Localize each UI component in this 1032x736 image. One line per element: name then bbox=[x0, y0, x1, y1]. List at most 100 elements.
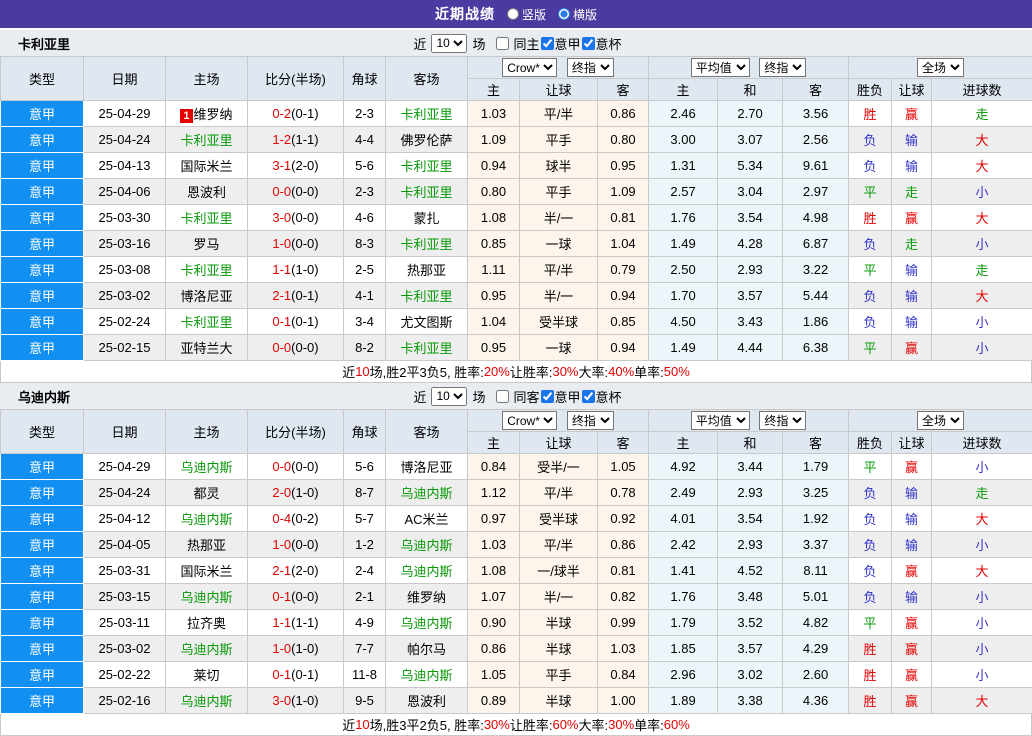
handicap-result: 赢 bbox=[892, 335, 932, 361]
summary-part: 30% bbox=[484, 717, 510, 732]
scope-select[interactable]: 全场 bbox=[917, 411, 964, 430]
fulltime-score: 3-0 bbox=[272, 210, 291, 225]
home-team-cell: 1维罗纳 bbox=[166, 101, 248, 127]
fulltime-score: 0-0 bbox=[272, 184, 291, 199]
section-bar: 卡利亚里 近 10 场 同主 意甲 意杯 bbox=[0, 30, 1032, 56]
away-team-name: 恩波利 bbox=[407, 694, 446, 709]
same-venue-option[interactable]: 同客 bbox=[488, 387, 539, 406]
col-corners: 角球 bbox=[344, 410, 386, 454]
match-row: 意甲25-03-30卡利亚里3-0(0-0)4-6蒙扎1.08半/一0.811.… bbox=[1, 205, 1032, 231]
same-venue-option[interactable]: 同主 bbox=[488, 34, 539, 53]
away-team-name: 尤文图斯 bbox=[400, 315, 452, 330]
crown-away-odds: 0.94 bbox=[598, 335, 649, 361]
crown-handicap: 平手 bbox=[520, 179, 598, 205]
winloss-result: 负 bbox=[849, 153, 892, 179]
away-team-name: 乌迪内斯 bbox=[400, 538, 452, 553]
handicap-result: 赢 bbox=[892, 558, 932, 584]
bookmaker-select[interactable]: Crow* bbox=[502, 58, 557, 77]
match-row: 意甲25-04-29乌迪内斯0-0(0-0)5-6博洛尼亚0.84受半/一1.0… bbox=[1, 454, 1032, 480]
score-cell: 1-1(1-0) bbox=[248, 257, 344, 283]
goals-result: 小 bbox=[932, 309, 1032, 335]
match-row: 意甲25-04-24都灵2-0(1-0)8-7乌迪内斯1.12平/半0.782.… bbox=[1, 480, 1032, 506]
away-team-cell: 热那亚 bbox=[386, 257, 468, 283]
final-odds-select-1[interactable]: 终指 bbox=[567, 411, 614, 430]
away-team-name: 卡利亚里 bbox=[400, 237, 452, 252]
final-odds-select-1[interactable]: 终指 bbox=[567, 58, 614, 77]
winloss-result: 胜 bbox=[849, 101, 892, 127]
italy-cup-checkbox[interactable] bbox=[582, 390, 595, 403]
serie-a-option[interactable]: 意甲 bbox=[540, 34, 581, 53]
match-date-cell: 25-04-12 bbox=[84, 506, 166, 532]
crown-handicap: 平/半 bbox=[520, 532, 598, 558]
avg-home-odds: 2.46 bbox=[649, 101, 718, 127]
team-section: 卡利亚里 近 10 场 同主 意甲 意杯 bbox=[0, 30, 1032, 383]
handicap-result: 输 bbox=[892, 480, 932, 506]
handicap-result: 赢 bbox=[892, 636, 932, 662]
avg-draw-odds: 2.93 bbox=[718, 257, 783, 283]
final-odds-select-2[interactable]: 终指 bbox=[759, 58, 806, 77]
recent-count-select[interactable]: 10 bbox=[431, 387, 467, 406]
layout-option-vertical[interactable]: 竖版 bbox=[507, 6, 546, 23]
average-select[interactable]: 平均值 bbox=[691, 411, 750, 430]
avg-home-odds: 1.89 bbox=[649, 688, 718, 714]
bookmaker-select[interactable]: Crow* bbox=[502, 411, 557, 430]
score-cell: 0-1(0-1) bbox=[248, 309, 344, 335]
home-team-cell: 乌迪内斯 bbox=[166, 584, 248, 610]
away-team-cell: 帕尔马 bbox=[386, 636, 468, 662]
away-team-name: AC米兰 bbox=[404, 512, 448, 527]
horizontal-layout-radio[interactable] bbox=[558, 8, 570, 20]
italy-cup-option[interactable]: 意杯 bbox=[581, 387, 622, 406]
vertical-layout-radio[interactable] bbox=[507, 8, 519, 20]
same-venue-checkbox[interactable] bbox=[496, 37, 509, 50]
serie-a-checkbox[interactable] bbox=[541, 37, 554, 50]
match-row: 意甲25-03-11拉齐奥1-1(1-1)4-9乌迪内斯0.90半球0.991.… bbox=[1, 610, 1032, 636]
goals-result: 走 bbox=[932, 257, 1032, 283]
match-type-cell: 意甲 bbox=[1, 610, 84, 636]
away-team-cell: 佛罗伦萨 bbox=[386, 127, 468, 153]
crown-home-odds: 1.08 bbox=[468, 205, 520, 231]
home-team-name: 卡利亚里 bbox=[180, 211, 232, 226]
avg-draw-odds: 3.57 bbox=[718, 283, 783, 309]
match-row: 意甲25-04-13国际米兰3-1(2-0)5-6卡利亚里0.94球半0.951… bbox=[1, 153, 1032, 179]
away-team-cell: 卡利亚里 bbox=[386, 283, 468, 309]
same-venue-checkbox[interactable] bbox=[496, 390, 509, 403]
corners-cell: 2-3 bbox=[344, 179, 386, 205]
handicap-result: 赢 bbox=[892, 688, 932, 714]
away-team-name: 蒙扎 bbox=[413, 211, 439, 226]
bookmaker-group-header: Crow* 终指 bbox=[468, 410, 649, 432]
games-label: 场 bbox=[472, 34, 485, 53]
fulltime-score: 1-0 bbox=[272, 537, 291, 552]
halftime-score: (1-0) bbox=[291, 641, 318, 656]
away-team-cell: 卡利亚里 bbox=[386, 153, 468, 179]
recent-count-select[interactable]: 10 bbox=[431, 34, 467, 53]
match-date-cell: 25-03-02 bbox=[84, 283, 166, 309]
goals-result: 小 bbox=[932, 662, 1032, 688]
match-date-cell: 25-03-15 bbox=[84, 584, 166, 610]
summary-part: 大率: bbox=[579, 362, 609, 381]
away-team-cell: 乌迪内斯 bbox=[386, 532, 468, 558]
crown-handicap: 球半 bbox=[520, 153, 598, 179]
average-select[interactable]: 平均值 bbox=[691, 58, 750, 77]
final-odds-select-2[interactable]: 终指 bbox=[759, 411, 806, 430]
home-team-name: 维罗纳 bbox=[194, 107, 233, 122]
score-cell: 0-0(0-0) bbox=[248, 179, 344, 205]
away-team-cell: 乌迪内斯 bbox=[386, 610, 468, 636]
corners-cell: 4-4 bbox=[344, 127, 386, 153]
away-team-name: 乌迪内斯 bbox=[400, 486, 452, 501]
away-team-name: 热那亚 bbox=[407, 263, 446, 278]
subcol-crown-handicap: 让球 bbox=[520, 432, 598, 454]
home-team-name: 乌迪内斯 bbox=[180, 590, 232, 605]
halftime-score: (0-0) bbox=[291, 236, 318, 251]
layout-option-horizontal[interactable]: 横版 bbox=[558, 6, 597, 23]
avg-draw-odds: 3.43 bbox=[718, 309, 783, 335]
avg-home-odds: 2.57 bbox=[649, 179, 718, 205]
avg-home-odds: 4.92 bbox=[649, 454, 718, 480]
serie-a-option[interactable]: 意甲 bbox=[540, 387, 581, 406]
match-type-cell: 意甲 bbox=[1, 506, 84, 532]
italy-cup-checkbox[interactable] bbox=[582, 37, 595, 50]
scope-select[interactable]: 全场 bbox=[917, 58, 964, 77]
italy-cup-option[interactable]: 意杯 bbox=[581, 34, 622, 53]
serie-a-checkbox[interactable] bbox=[541, 390, 554, 403]
fulltime-score: 1-0 bbox=[272, 641, 291, 656]
away-team-cell: 蒙扎 bbox=[386, 205, 468, 231]
